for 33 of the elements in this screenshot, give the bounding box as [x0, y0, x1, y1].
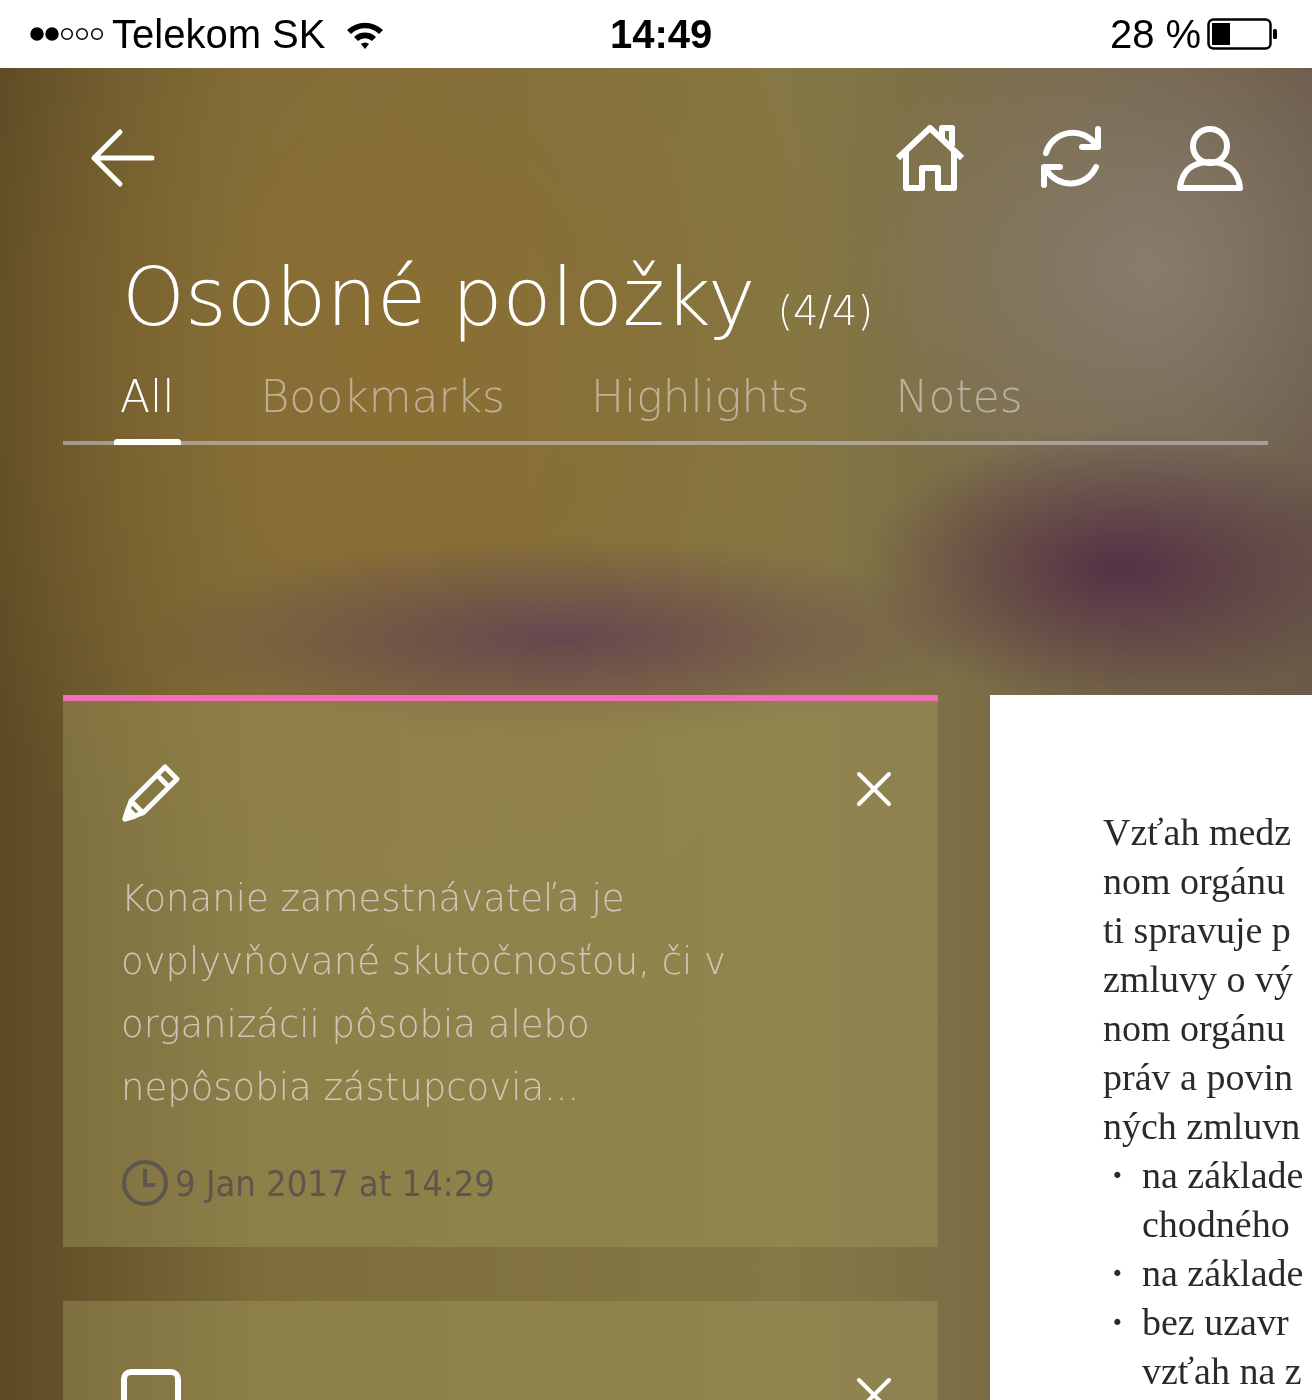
home-icon[interactable]	[894, 122, 966, 194]
item-count: (4/4)	[777, 289, 874, 333]
page-title: Osobné položky	[122, 254, 756, 342]
document-line: nom orgánu	[1103, 859, 1285, 905]
tab[interactable]: Notes	[889, 368, 1029, 446]
close-icon[interactable]	[856, 771, 892, 808]
document-line: vzťah na z	[1141, 1349, 1302, 1395]
document-line: na základe	[1142, 1251, 1304, 1297]
signal-icon	[30, 25, 104, 43]
document-line: zmluvy o vý	[1103, 957, 1293, 1003]
carrier-name: Telekom SK	[112, 11, 326, 57]
document-line: Vzťah medz	[1103, 810, 1292, 856]
clock-icon	[121, 1159, 169, 1208]
user-icon[interactable]	[1176, 124, 1244, 192]
document-line: práv a povin	[1103, 1055, 1293, 1101]
document-line: chodného	[1141, 1202, 1290, 1248]
bullet-mark: ·	[1110, 1300, 1125, 1346]
document-line: bez uzavr	[1142, 1300, 1289, 1346]
tab[interactable]: Highlights	[585, 368, 816, 446]
battery-percent: 28 %	[1110, 11, 1202, 57]
battery-icon	[1207, 18, 1280, 50]
document-line: ti spravuje p	[1103, 908, 1291, 954]
tab[interactable]: Bookmarks	[254, 368, 511, 446]
tab[interactable]: All	[114, 368, 181, 446]
pencil-icon	[121, 763, 181, 824]
bullet-mark: ·	[1110, 1153, 1125, 1199]
document-line: nom orgánu	[1103, 1006, 1285, 1052]
bullet-mark: ·	[1110, 1251, 1125, 1297]
back-icon[interactable]	[90, 126, 156, 190]
document-line: ných zmluvn	[1103, 1104, 1301, 1150]
clock-time: 14:49	[610, 11, 714, 57]
document-line: na základe	[1142, 1153, 1304, 1199]
note-text: Konanie zamestnávateľa je ovplyvňované skutočnosťou, či v organizácii pôsobia alebo nepôsobia zástupcovia...	[121, 876, 727, 1112]
